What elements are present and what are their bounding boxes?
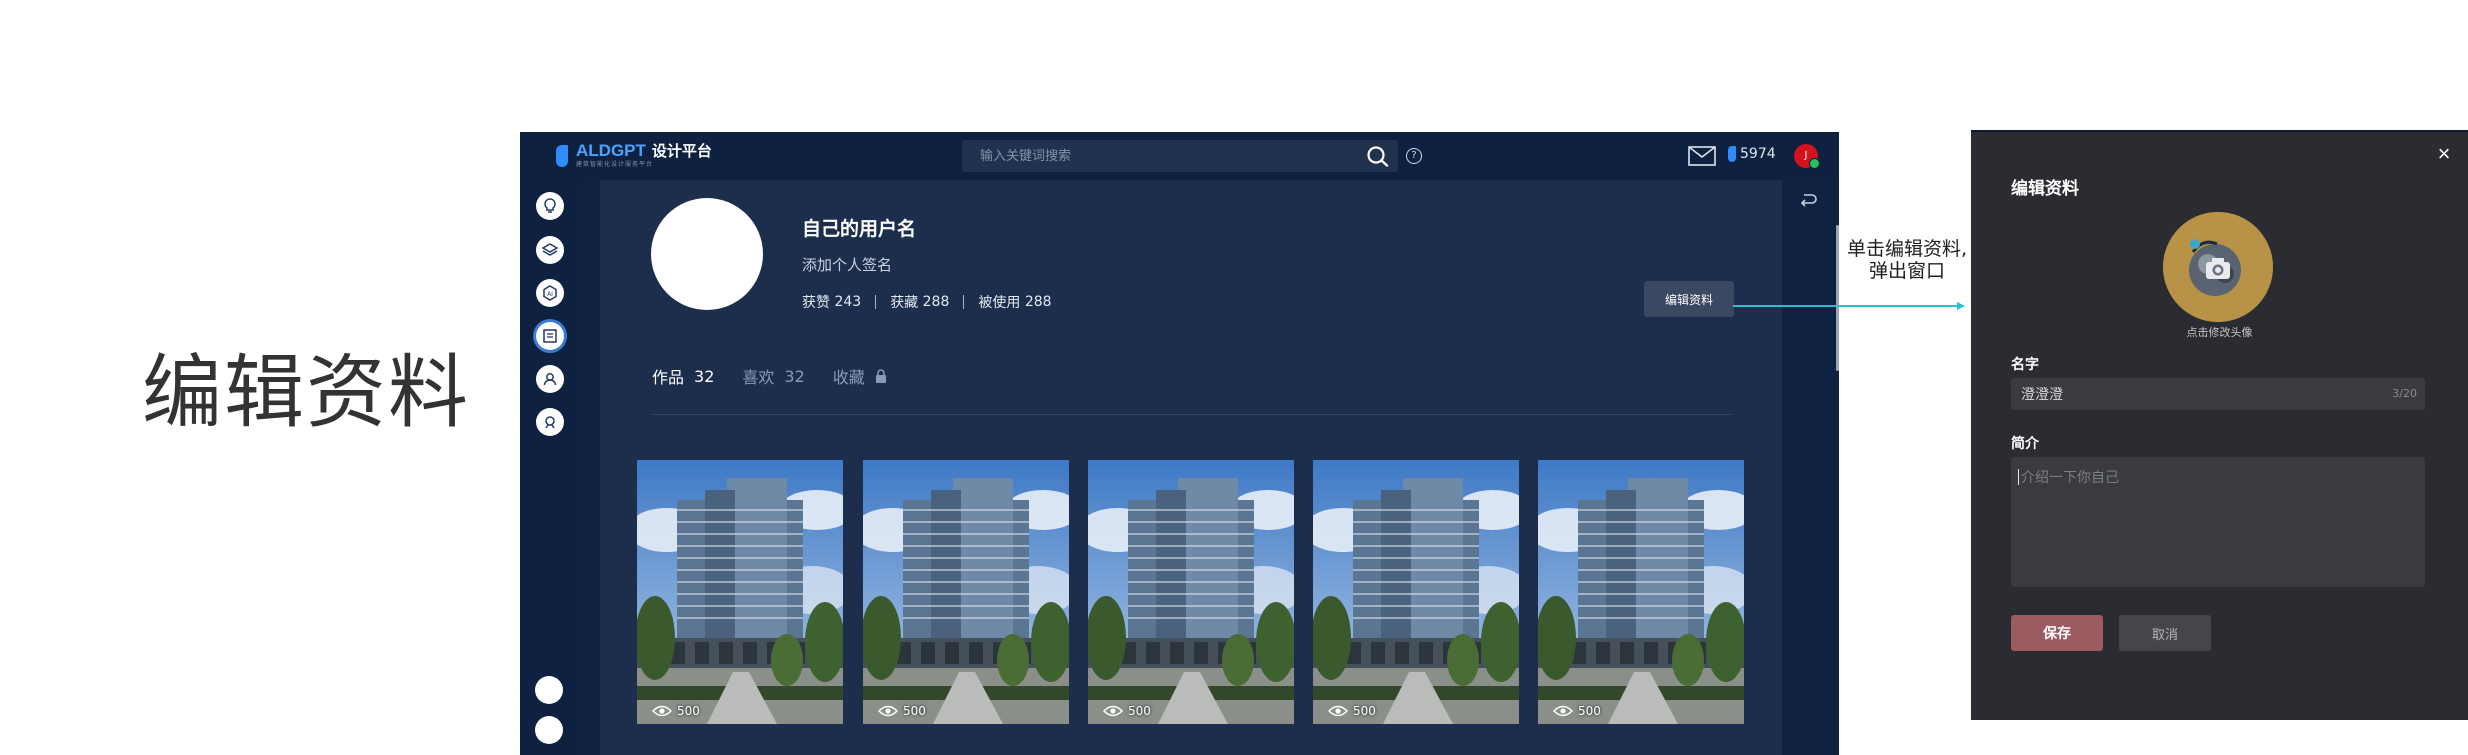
coin-icon bbox=[1728, 146, 1736, 162]
edit-profile-dialog: × 编辑资料 点击修改头像 名字 3/20 简介 保存 取消 bbox=[1971, 130, 2468, 720]
annotation-arrow bbox=[1733, 302, 1965, 310]
stat-used-value: 288 bbox=[1024, 294, 1052, 310]
close-icon[interactable]: × bbox=[2436, 143, 2452, 165]
profile-avatar[interactable] bbox=[651, 198, 763, 310]
search-input[interactable] bbox=[962, 140, 1352, 172]
lightbulb-icon[interactable] bbox=[536, 192, 564, 220]
name-input[interactable] bbox=[2011, 378, 2425, 410]
name-field-wrap: 3/20 bbox=[2011, 378, 2425, 410]
stat-divider bbox=[875, 295, 877, 309]
back-icon[interactable] bbox=[1798, 192, 1818, 208]
view-count: 500 bbox=[652, 704, 700, 718]
stat-likes-value: 243 bbox=[834, 294, 862, 310]
app-window: ALDGPT 设计平台 建筑智能化设计服务平台 ? 5974 J bbox=[520, 132, 1839, 755]
avatar-image bbox=[2163, 212, 2273, 322]
sidebar-dot-1[interactable] bbox=[535, 676, 563, 704]
bio-label: 简介 bbox=[2011, 436, 2039, 452]
eye-icon bbox=[878, 705, 898, 717]
name-label: 名字 bbox=[2011, 357, 2039, 373]
view-count-value: 500 bbox=[903, 704, 926, 718]
bio-input[interactable] bbox=[2011, 457, 2425, 587]
username: 自己的用户名 bbox=[802, 218, 917, 240]
tab-label: 作品 bbox=[652, 368, 685, 387]
logo-text: ALDGPT bbox=[576, 141, 646, 160]
tabs-divider bbox=[652, 414, 1732, 415]
eye-icon bbox=[1328, 705, 1348, 717]
work-thumbnail bbox=[1538, 460, 1744, 724]
lock-icon bbox=[875, 369, 886, 383]
work-thumbnail bbox=[637, 460, 843, 724]
view-count-value: 500 bbox=[677, 704, 700, 718]
help-icon[interactable]: ? bbox=[1406, 148, 1422, 164]
work-card[interactable]: 500 bbox=[863, 460, 1069, 724]
top-bar: ALDGPT 设计平台 建筑智能化设计服务平台 ? 5974 J bbox=[520, 132, 1839, 180]
work-card[interactable]: 500 bbox=[1538, 460, 1744, 724]
eye-icon bbox=[1553, 705, 1573, 717]
annotation-line-2: 弹出窗口 bbox=[1868, 260, 1945, 282]
sidebar: AI bbox=[520, 180, 580, 755]
work-card[interactable]: 500 bbox=[637, 460, 843, 724]
work-thumbnail bbox=[863, 460, 1069, 724]
stat-saves-value: 288 bbox=[922, 294, 950, 310]
eye-icon bbox=[652, 705, 672, 717]
sidebar-dot-2[interactable] bbox=[535, 716, 563, 744]
stat-saves-label: 获藏 bbox=[890, 295, 919, 311]
name-char-count: 3/20 bbox=[2392, 387, 2417, 400]
user-icon[interactable] bbox=[536, 365, 564, 393]
profile-tabs: 作品 32 喜欢 32 收藏 bbox=[652, 364, 887, 388]
page-heading: 编辑资料 bbox=[142, 346, 470, 439]
gallery-icon[interactable] bbox=[536, 322, 564, 350]
stat-used-label: 被使用 bbox=[978, 295, 1021, 311]
logo-subtitle: 建筑智能化设计服务平台 bbox=[576, 161, 654, 168]
work-card[interactable]: 500 bbox=[1088, 460, 1294, 724]
work-thumbnail bbox=[1088, 460, 1294, 724]
annotation-note: 单击编辑资料, 弹出窗口 bbox=[1842, 238, 1972, 282]
tab-works[interactable]: 作品 32 bbox=[652, 364, 714, 388]
stat-likes-label: 获赞 bbox=[802, 295, 830, 311]
tab-likes[interactable]: 喜欢 32 bbox=[742, 364, 804, 388]
profile-stats: 获赞 243 获藏 288 被使用 288 bbox=[802, 292, 1052, 312]
work-thumbnail bbox=[1313, 460, 1519, 724]
tab-label: 收藏 bbox=[832, 368, 865, 387]
search-icon[interactable] bbox=[1366, 145, 1390, 167]
tab-count: 32 bbox=[784, 366, 805, 386]
svg-text:AI: AI bbox=[547, 291, 553, 298]
view-count: 500 bbox=[1553, 704, 1601, 718]
profile-main: 自己的用户名 添加个人签名 获赞 243 获藏 288 被使用 288 编辑资料… bbox=[600, 180, 1782, 755]
mail-icon[interactable] bbox=[1688, 146, 1716, 166]
work-card[interactable]: 500 bbox=[1313, 460, 1519, 724]
edit-profile-button[interactable]: 编辑资料 bbox=[1644, 281, 1734, 317]
dialog-avatar[interactable] bbox=[2163, 212, 2273, 322]
text-caret bbox=[2018, 469, 2019, 485]
layers-icon[interactable] bbox=[536, 236, 564, 264]
tab-label: 喜欢 bbox=[742, 368, 775, 387]
scrollbar-thumb[interactable] bbox=[1836, 225, 1839, 371]
logo[interactable]: ALDGPT 设计平台 建筑智能化设计服务平台 bbox=[554, 142, 712, 169]
stat-divider bbox=[963, 295, 965, 309]
ai-icon[interactable]: AI bbox=[536, 279, 564, 307]
user-bio[interactable]: 添加个人签名 bbox=[802, 254, 892, 275]
view-count-value: 500 bbox=[1128, 704, 1151, 718]
tab-favorites[interactable]: 收藏 bbox=[833, 364, 887, 388]
dialog-title: 编辑资料 bbox=[2011, 179, 2079, 199]
view-count-value: 500 bbox=[1578, 704, 1601, 718]
settings-icon[interactable] bbox=[536, 408, 564, 436]
view-count: 500 bbox=[1328, 704, 1376, 718]
right-rail bbox=[1782, 180, 1839, 755]
view-count: 500 bbox=[1103, 704, 1151, 718]
tab-count: 32 bbox=[694, 366, 715, 386]
view-count: 500 bbox=[878, 704, 926, 718]
view-count-value: 500 bbox=[1353, 704, 1376, 718]
eye-icon bbox=[1103, 705, 1123, 717]
save-button[interactable]: 保存 bbox=[2011, 615, 2103, 651]
search-bar bbox=[962, 140, 1398, 172]
cancel-button[interactable]: 取消 bbox=[2119, 615, 2211, 651]
annotation-line-1: 单击编辑资料, bbox=[1846, 238, 1968, 260]
logo-suffix: 设计平台 bbox=[651, 143, 712, 160]
coin-balance[interactable]: 5974 bbox=[1728, 146, 1776, 162]
avatar-caption: 点击修改头像 bbox=[2186, 326, 2253, 339]
coin-count: 5974 bbox=[1740, 146, 1776, 162]
logo-mark-icon bbox=[554, 143, 570, 169]
user-avatar[interactable]: J bbox=[1794, 144, 1820, 169]
